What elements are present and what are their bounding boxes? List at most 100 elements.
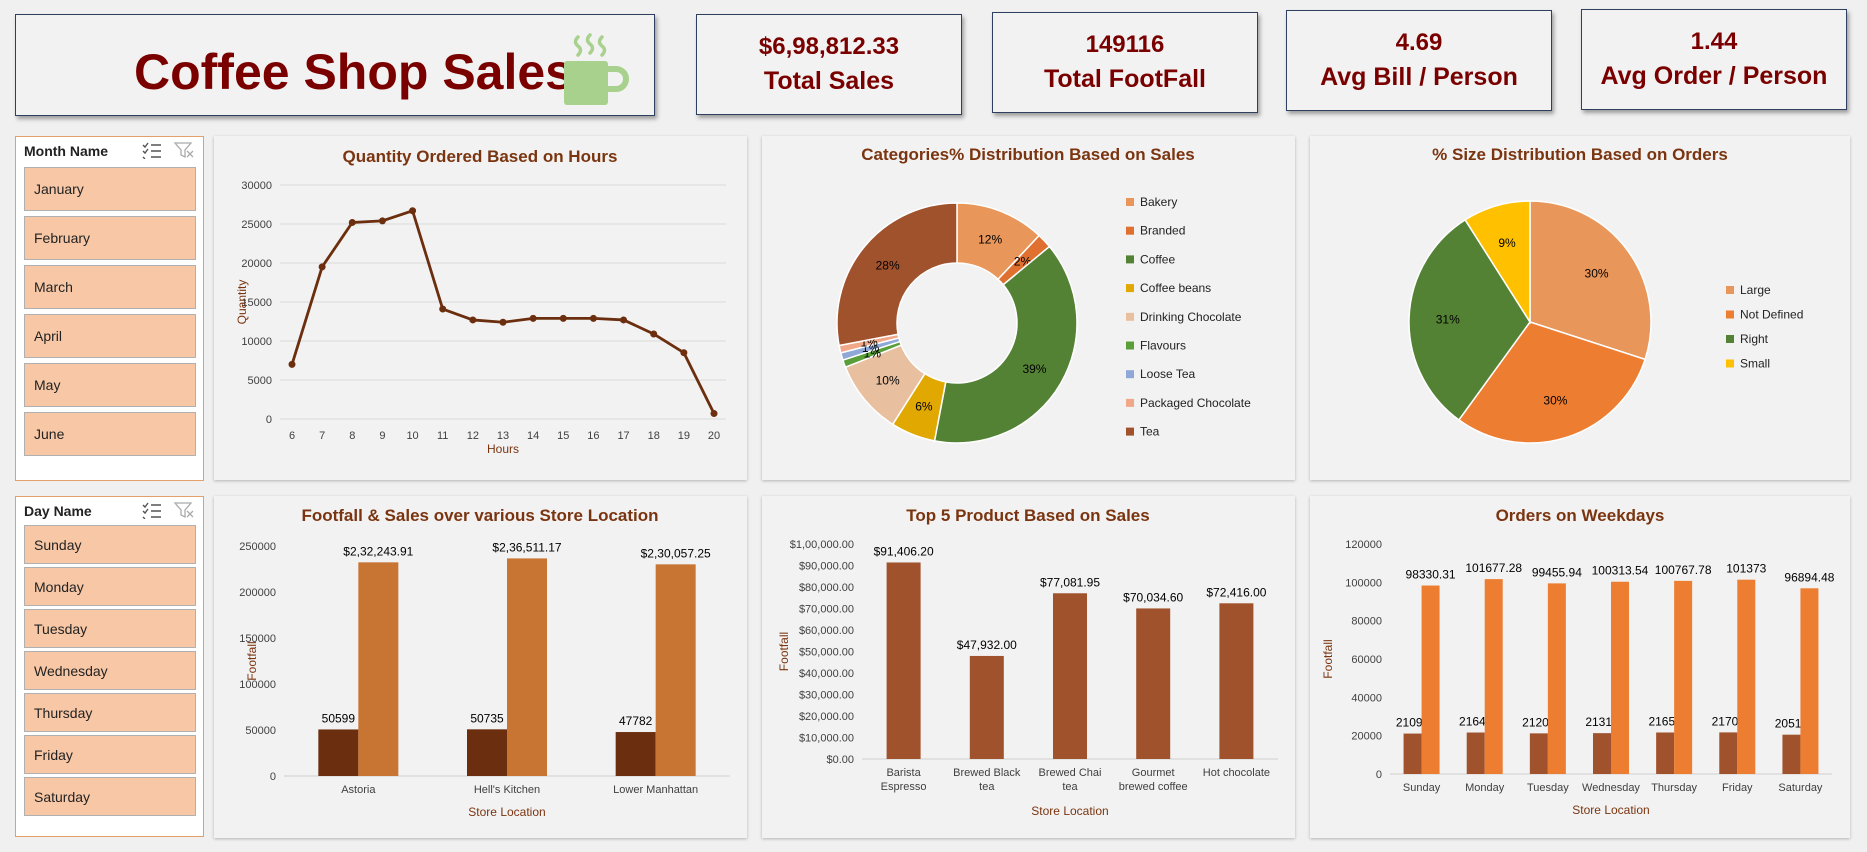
bar (1674, 580, 1693, 774)
slice-data-label: 9% (1498, 236, 1516, 250)
x-tick-label: 17 (617, 430, 629, 442)
bar (1593, 733, 1611, 774)
chart-title: % Size Distribution Based on Orders (1432, 145, 1728, 164)
legend-label: Drinking Chocolate (1140, 310, 1242, 324)
legend-label: Tea (1140, 425, 1160, 439)
data-point (650, 330, 658, 338)
y-tick-label: 80000 (1351, 616, 1382, 628)
slicer-item[interactable]: June (24, 412, 196, 456)
slicer-item[interactable]: March (24, 265, 196, 309)
multi-select-icon[interactable] (141, 141, 163, 159)
bar-data-label: $72,416.00 (1206, 585, 1266, 599)
y-tick-label: 50000 (245, 725, 276, 737)
y-tick-label: $1,00,000.00 (790, 539, 854, 551)
y-tick-label: 100000 (1345, 577, 1382, 589)
kpi-label: Total Sales (763, 67, 895, 95)
slicer-item[interactable]: Monday (24, 567, 196, 606)
slicer-title: Day Name (24, 503, 92, 519)
legend-label: Large (1740, 283, 1771, 297)
bar (1421, 585, 1440, 774)
x-tick-label: 18 (648, 430, 660, 442)
x-tick-label: 6 (289, 430, 295, 442)
legend-swatch (1126, 226, 1134, 235)
x-tick-label: 11 (437, 430, 448, 442)
chart-title: Quantity Ordered Based on Hours (343, 147, 618, 166)
data-point (529, 314, 537, 322)
x-tick-label: Tuesday (1527, 782, 1569, 794)
multi-select-icon[interactable] (141, 501, 163, 519)
kpi-label: Total FootFall (1043, 65, 1206, 93)
bar (1719, 732, 1738, 774)
kpi-value: $6,98,812.33 (758, 33, 900, 60)
data-point (469, 316, 477, 324)
y-tick-label: $50,000.00 (799, 647, 854, 659)
y-tick-label: 5000 (248, 375, 272, 387)
bar (1547, 583, 1566, 774)
slicer-item[interactable]: Wednesday (24, 651, 196, 690)
x-axis-label: Store Location (1572, 803, 1649, 817)
bar-data-label: $91,406.20 (874, 544, 934, 558)
bar-data-label: $47,932.00 (957, 638, 1017, 652)
x-tick-label: 19 (678, 430, 690, 442)
top-products-bar-panel: Top 5 Product Based on Sales $0.00 $10,000… (762, 496, 1295, 838)
x-axis-label: Store Location (1031, 804, 1108, 818)
clear-filter-icon[interactable] (173, 141, 195, 159)
x-tick-label: Espresso (881, 781, 927, 793)
legend-swatch (1726, 310, 1734, 319)
slice-data-label: 12% (978, 232, 1002, 246)
slicer-item[interactable]: Thursday (24, 693, 196, 732)
bar-data-label: 100767.78 (1655, 563, 1712, 577)
day-slicer: Day Name Sunday Monday Tuesday Wednesday Thu… (15, 496, 204, 837)
x-tick-label: Barista (886, 767, 921, 779)
bar (969, 655, 1004, 759)
slicer-item[interactable]: Tuesday (24, 609, 196, 648)
y-tick-label: $10,000.00 (799, 733, 854, 745)
x-tick-label: 7 (319, 430, 325, 442)
slicer-item[interactable]: April (24, 314, 196, 358)
x-tick-label: Monday (1465, 782, 1505, 794)
slicer-item[interactable]: January (24, 167, 196, 211)
slicer-item[interactable]: Friday (24, 735, 196, 774)
bar-data-label: 96894.48 (1784, 570, 1834, 584)
x-tick-label: Wednesday (1582, 782, 1640, 794)
y-axis-label: Quantity (235, 280, 249, 325)
y-tick-label: 120000 (1345, 539, 1382, 551)
legend-label: Right (1740, 332, 1769, 346)
bar (467, 729, 507, 776)
bar-data-label: 101373 (1726, 562, 1766, 576)
bar (358, 562, 399, 776)
slicer-item[interactable]: February (24, 216, 196, 260)
slicer-item[interactable]: May (24, 363, 196, 407)
bar-data-label: $77,081.95 (1040, 575, 1100, 589)
weekday-orders-bar-chart: Orders on Weekdays 0 20000 40000 60000 80000 1… (1321, 506, 1835, 817)
slicer-item[interactable]: Saturday (24, 777, 196, 816)
y-tick-label: 0 (1376, 769, 1382, 781)
kpi-value: 149116 (1085, 31, 1165, 58)
size-pie-chart: % Size Distribution Based on Orders 30% La… (1408, 145, 1803, 444)
clear-filter-icon[interactable] (173, 501, 195, 519)
legend-swatch (1126, 341, 1134, 350)
bar (1782, 734, 1801, 774)
kpi-value: 1.44 (1690, 28, 1738, 55)
x-tick-label: Hell's Kitchen (474, 784, 540, 796)
legend-swatch (1726, 286, 1734, 294)
hours-line-chart-panel: Quantity Ordered Based on Hours 0 5000 1000… (214, 136, 747, 480)
hours-line-chart: Quantity Ordered Based on Hours 0 5000 1000… (235, 147, 726, 456)
categories-donut-panel: Categories% Distribution Based on Sales 1… (762, 136, 1295, 480)
data-point (559, 314, 567, 322)
data-point (409, 207, 417, 215)
data-point (348, 218, 356, 226)
legend-swatch (1126, 198, 1134, 206)
y-tick-label: $60,000.00 (799, 625, 854, 637)
bar-data-label: $70,034.60 (1123, 590, 1183, 604)
y-tick-label: 0 (266, 414, 272, 426)
bar (1529, 733, 1548, 774)
y-tick-label: 200000 (239, 587, 276, 599)
y-tick-label: $0.00 (826, 754, 854, 766)
x-tick-label: 10 (406, 430, 418, 442)
x-tick-label: 13 (497, 430, 509, 442)
x-tick-label: Sunday (1403, 782, 1441, 794)
store-location-bar-chart: Footfall & Sales over various Store Loca… (239, 506, 730, 819)
slicer-item[interactable]: Sunday (24, 525, 196, 564)
size-pie-panel: % Size Distribution Based on Orders 30% La… (1310, 136, 1850, 480)
